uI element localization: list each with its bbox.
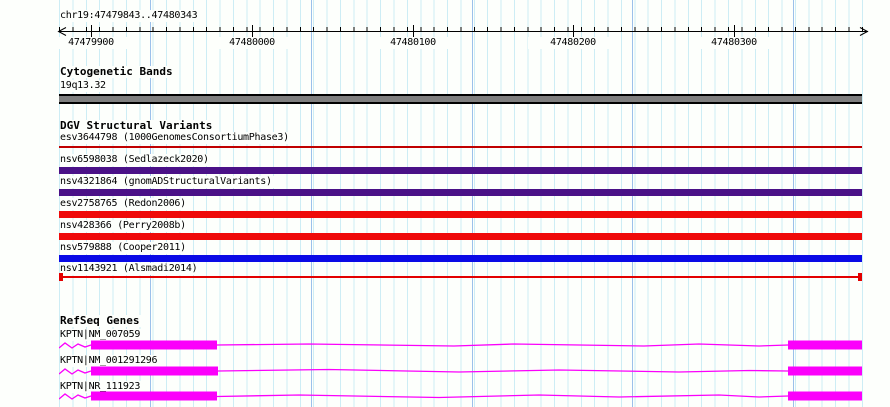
exon-block <box>788 366 862 376</box>
major-tick <box>734 25 735 37</box>
variant-label: esv3644798 (1000GenomesConsortiumPhase3) <box>60 132 292 144</box>
exon-block <box>788 391 862 401</box>
variant-feature-esv2758765[interactable] <box>59 211 862 218</box>
cytogenetic-bands-heading: Cytogenetic Bands <box>60 66 176 78</box>
variant-feature-nsv1143921[interactable] <box>59 276 862 278</box>
variant-label: nsv579888 (Cooper2011) <box>60 242 189 254</box>
variant-feature-nsv6598038[interactable] <box>59 167 862 174</box>
band-label: 19q13.32 <box>60 80 109 92</box>
tick-label: 47480300 <box>689 37 779 49</box>
variant-label: nsv4321864 (gnomADStructuralVariants) <box>60 176 275 188</box>
exon-block <box>91 366 218 376</box>
variant-feature-nsv428366[interactable] <box>59 233 862 240</box>
region-title: chr19:47479843..47480343 <box>60 10 201 22</box>
genome-browser-view: chr19:47479843..47480343 47479900 474800… <box>0 0 890 407</box>
tick-label: 47480200 <box>528 37 618 49</box>
exon-block <box>91 391 217 401</box>
cytogenetic-band-bar[interactable] <box>59 94 862 104</box>
minor-ticks <box>59 27 863 31</box>
exon-block <box>788 340 862 350</box>
variant-label: nsv6598038 (Sedlazeck2020) <box>60 154 212 166</box>
major-tick <box>252 25 253 37</box>
variant-feature-esv3644798[interactable] <box>59 146 862 148</box>
variant-label: nsv1143921 (Alsmadi2014) <box>60 263 201 275</box>
variant-label: nsv428366 (Perry2008b) <box>60 220 189 232</box>
variant-endcap-right <box>858 273 862 281</box>
variant-feature-nsv4321864[interactable] <box>59 189 862 196</box>
dgv-heading: DGV Structural Variants <box>60 120 216 132</box>
exon-block <box>91 340 217 350</box>
tick-label: 47480100 <box>368 37 458 49</box>
gene-model-NR_111923[interactable] <box>59 391 863 402</box>
refseq-heading: RefSeq Genes <box>60 315 143 327</box>
variant-feature-nsv579888[interactable] <box>59 255 862 262</box>
tick-label: 47479900 <box>46 37 136 49</box>
gene-model-NM_001291296[interactable] <box>59 366 863 377</box>
major-tick <box>573 25 574 37</box>
major-tick <box>91 25 92 37</box>
major-tick <box>413 25 414 37</box>
variant-label: esv2758765 (Redon2006) <box>60 198 189 210</box>
variant-endcap-left <box>59 273 63 281</box>
gene-model-NM_007059[interactable] <box>59 340 863 351</box>
tick-label: 47480000 <box>207 37 297 49</box>
